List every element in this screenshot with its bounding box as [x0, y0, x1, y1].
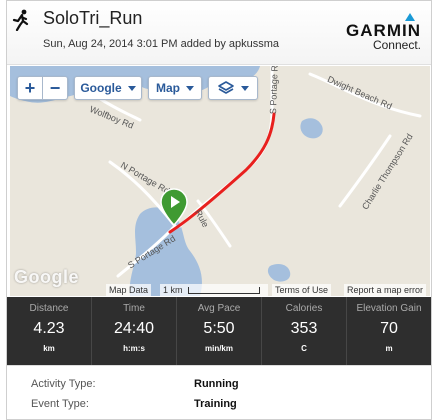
activity-header: SoloTri_Run Sun, Aug 24, 2014 3:01 PM ad…	[7, 1, 431, 65]
detail-value[interactable]: Training	[194, 398, 237, 410]
stat-unit: C	[301, 344, 307, 353]
map-scale-label: 1 km	[163, 285, 183, 295]
connect-wordmark: Connect.	[372, 38, 421, 52]
stat-label: Calories	[285, 303, 323, 314]
stat-avg-pace: Avg Pace 5:50 min/km	[177, 297, 262, 365]
detail-row-event-type: Event Type: Training	[7, 394, 431, 414]
activity-stats-bar: Distance 4.23 km Time 24:40 h:m:s Avg Pa…	[7, 297, 431, 365]
garmin-triangle-icon	[405, 13, 415, 21]
stat-unit: min/km	[204, 344, 233, 353]
chevron-down-icon	[127, 85, 136, 91]
start-marker-icon[interactable]	[160, 188, 188, 226]
stat-value: 4.23	[33, 320, 65, 337]
garmin-connect-logo[interactable]: GARMIN Connect.	[329, 13, 421, 53]
pond-bottom-right	[267, 264, 291, 282]
activity-card: SoloTri_Run Sun, Aug 24, 2014 3:01 PM ad…	[6, 0, 432, 420]
stat-value: 353	[290, 320, 318, 337]
running-person-icon	[12, 9, 29, 31]
chevron-down-icon	[241, 85, 249, 91]
stat-label: Distance	[29, 303, 69, 314]
stat-value: 70	[380, 320, 398, 337]
stat-label: Avg Pace	[197, 303, 241, 314]
activity-subtitle: Sun, Aug 24, 2014 3:01 PM added by apkus…	[43, 38, 280, 50]
terms-of-use-link[interactable]: Terms of Use	[272, 284, 332, 296]
activity-map[interactable]: S Portage Rd Wolfboy Rd Dwight Beach Rd …	[10, 66, 430, 296]
layers-dropdown[interactable]	[208, 76, 258, 100]
zoom-controls: + −	[17, 76, 68, 100]
stat-value: 5:50	[203, 320, 235, 337]
activity-title[interactable]: SoloTri_Run	[43, 8, 142, 29]
detail-value[interactable]: Running	[194, 378, 239, 390]
map-provider-dropdown[interactable]: Google	[74, 76, 142, 100]
map-type-dropdown[interactable]: Map	[148, 76, 202, 100]
stat-label: Time	[123, 303, 145, 314]
pond-right	[300, 118, 323, 139]
report-map-error-link[interactable]: Report a map error	[344, 284, 427, 296]
map-type-label: Map	[156, 81, 180, 95]
activity-details: Activity Type: Running Event Type: Train…	[7, 365, 431, 419]
stat-distance: Distance 4.23 km	[7, 297, 92, 365]
stat-unit: h:m:s	[123, 344, 145, 353]
detail-row-activity-type: Activity Type: Running	[7, 374, 431, 394]
stat-calories: Calories 353 C	[262, 297, 347, 365]
map-scale-line	[188, 287, 260, 294]
layers-icon	[218, 81, 234, 94]
map-provider-label: Google	[80, 81, 122, 95]
stat-value: 24:40	[113, 320, 155, 337]
detail-label: Activity Type:	[31, 378, 96, 390]
zoom-in-button[interactable]: +	[18, 77, 42, 99]
stat-unit: m	[385, 344, 393, 353]
stat-unit: km	[43, 344, 55, 353]
stat-elevation-gain: Elevation Gain 70 m	[347, 297, 431, 365]
zoom-out-button[interactable]: −	[43, 77, 67, 99]
stat-label: Elevation Gain	[356, 303, 422, 314]
map-scale: 1 km	[160, 284, 268, 296]
stat-time: Time 24:40 h:m:s	[92, 297, 177, 365]
google-logo[interactable]: Google	[14, 267, 79, 288]
chevron-down-icon	[186, 85, 194, 91]
map-data-link[interactable]: Map Data	[106, 284, 152, 296]
detail-label: Event Type:	[31, 398, 89, 410]
road-label-s-portage-top: S Portage Rd	[268, 66, 280, 115]
